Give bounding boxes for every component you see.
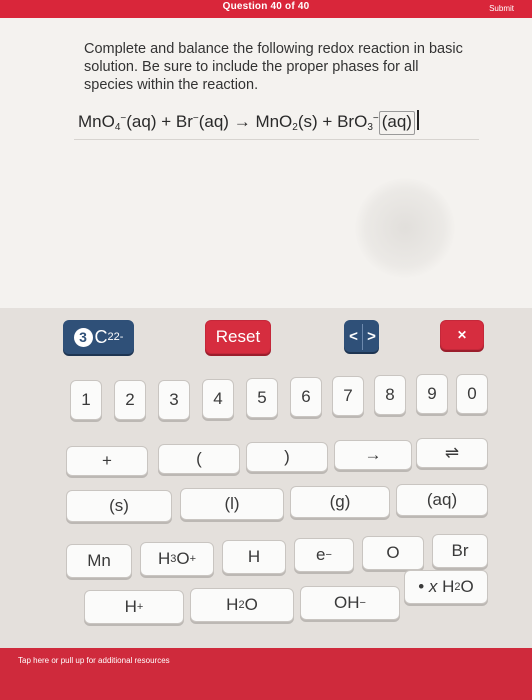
digit-key[interactable]: 1 bbox=[70, 380, 102, 420]
chem-keypad: 3 C 2 2- Reset < > ✕ 1 2 3 4 5 6 7 8 9 0 + … bbox=[0, 308, 532, 653]
species-hydroxide-key[interactable]: OH − bbox=[300, 586, 400, 620]
selected-phase-box[interactable]: (aq) bbox=[378, 111, 415, 135]
digit-key[interactable]: 3 bbox=[158, 380, 190, 420]
reset-button[interactable]: Reset bbox=[205, 320, 271, 354]
backspace-icon: ✕ bbox=[456, 328, 468, 342]
species-o-key[interactable]: O bbox=[362, 536, 424, 570]
digit-key[interactable]: 6 bbox=[290, 377, 322, 417]
resources-drawer[interactable]: Tap here or pull up for additional resou… bbox=[0, 648, 532, 700]
reaction-arrow: → bbox=[233, 112, 251, 131]
reactant-permanganate: MnO4−(aq) bbox=[78, 112, 157, 133]
chevron-right-icon[interactable]: > bbox=[363, 321, 380, 351]
digit-key[interactable]: 9 bbox=[416, 374, 448, 414]
equation-underline bbox=[74, 139, 479, 140]
digit-key[interactable]: 4 bbox=[202, 379, 234, 419]
chevron-left-icon[interactable]: < bbox=[345, 321, 362, 351]
product-manganese-dioxide: MnO2(s) bbox=[255, 112, 318, 133]
species-electron-key[interactable]: e − bbox=[294, 538, 354, 572]
reaction-arrow-key[interactable]: → bbox=[334, 440, 412, 470]
cursor-nav: < > bbox=[344, 320, 379, 352]
question-panel: Complete and balance the following redox… bbox=[0, 18, 532, 308]
question-prompt: Complete and balance the following redox… bbox=[84, 41, 463, 93]
species-h-key[interactable]: H bbox=[222, 540, 286, 574]
species-hydrate-key[interactable]: • x H2O bbox=[404, 570, 488, 604]
phase-aqueous-key[interactable]: (aq) bbox=[396, 484, 488, 516]
phase-solid-key[interactable]: (s) bbox=[66, 490, 172, 522]
species-hydronium-key[interactable]: H 3 O + bbox=[140, 542, 214, 576]
phase-liquid-key[interactable]: (l) bbox=[180, 488, 284, 520]
resources-hint: Tap here or pull up for additional resou… bbox=[18, 656, 170, 665]
digit-key[interactable]: 0 bbox=[456, 374, 488, 414]
digit-key[interactable]: 2 bbox=[114, 380, 146, 420]
digit-key[interactable]: 5 bbox=[246, 378, 278, 418]
top-bar: Question 40 of 40 Submit bbox=[0, 0, 532, 18]
delete-button[interactable]: ✕ bbox=[440, 320, 484, 350]
species-water-key[interactable]: H2O bbox=[190, 588, 294, 622]
equation-input[interactable]: MnO4−(aq) + Br−(aq) → MnO2(s) + BrO3− (aq… bbox=[78, 106, 419, 136]
text-caret bbox=[416, 110, 419, 130]
phase-gas-key[interactable]: (g) bbox=[290, 486, 390, 518]
submit-button[interactable]: Submit bbox=[489, 4, 514, 13]
question-counter: Question 40 of 40 bbox=[222, 1, 310, 12]
species-mn-key[interactable]: Mn bbox=[66, 544, 132, 578]
close-paren-key[interactable]: ) bbox=[246, 442, 328, 472]
digit-key[interactable]: 8 bbox=[374, 375, 406, 415]
plus-sign: + bbox=[161, 112, 172, 131]
plus-sign: + bbox=[322, 112, 333, 131]
open-paren-key[interactable]: ( bbox=[158, 444, 240, 474]
coefficient-key[interactable]: 3 C 2 2- bbox=[63, 320, 134, 354]
screen: Question 40 of 40 Submit Complete and ba… bbox=[0, 0, 532, 700]
equilibrium-arrow-key[interactable]: ⇌ bbox=[416, 438, 488, 468]
product-bromate: BrO3− (aq) bbox=[337, 110, 419, 135]
reactant-bromide: Br−(aq) bbox=[175, 112, 229, 131]
coefficient-value: 3 bbox=[73, 327, 93, 347]
species-br-key[interactable]: Br bbox=[432, 534, 488, 568]
screen-glare bbox=[355, 178, 455, 278]
species-hplus-key[interactable]: H + bbox=[84, 590, 184, 624]
plus-key[interactable]: + bbox=[66, 446, 148, 476]
digit-key[interactable]: 7 bbox=[332, 376, 364, 416]
